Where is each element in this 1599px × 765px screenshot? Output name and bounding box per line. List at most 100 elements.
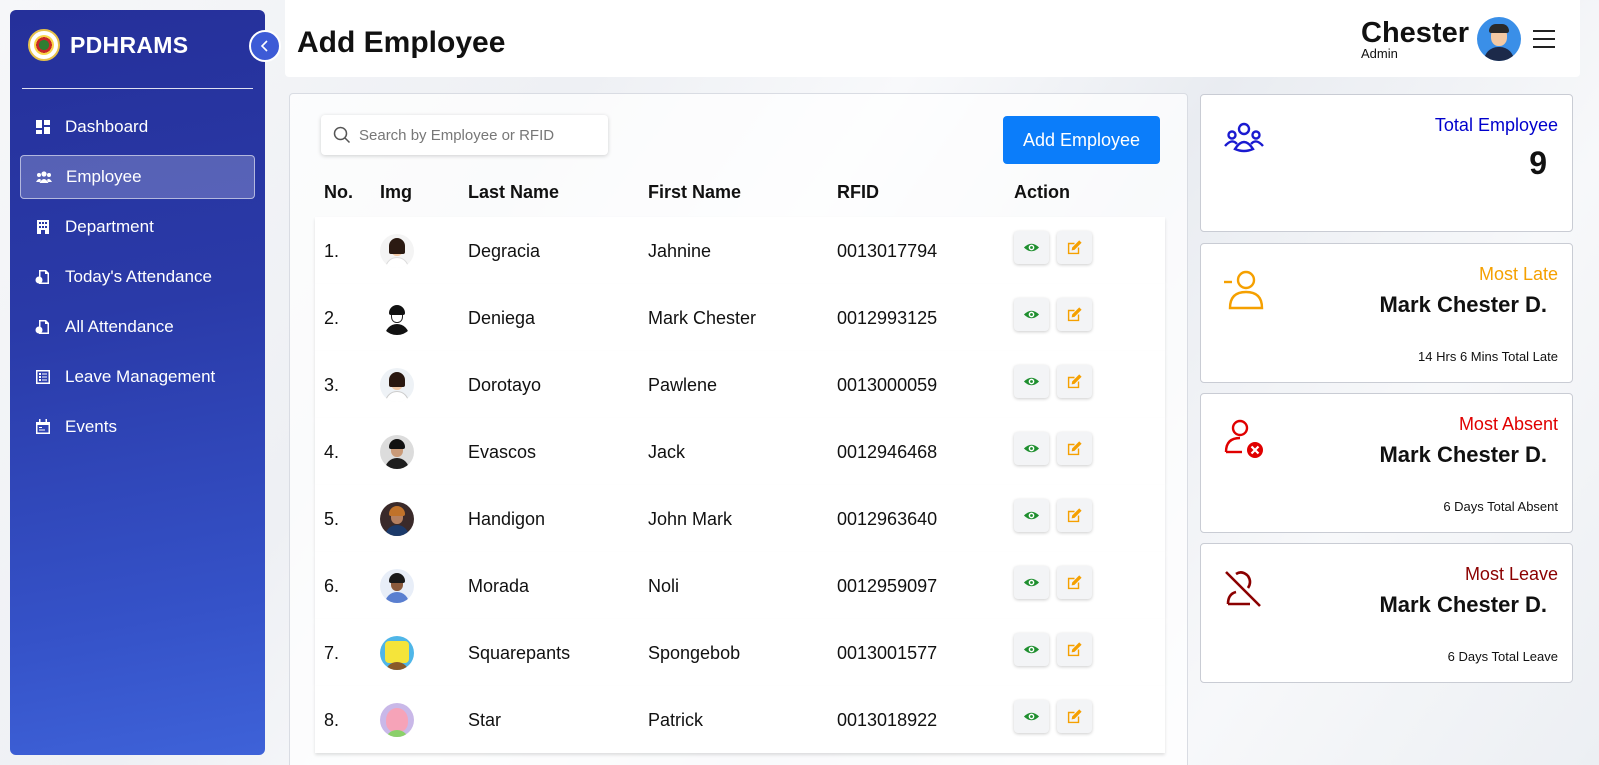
table-body: 1. Degracia Jahnine 0013017794 2. Denieg… <box>315 217 1165 753</box>
first-name: Spongebob <box>648 643 741 663</box>
stat-employee-name: Mark Chester D. <box>1379 292 1547 317</box>
row-number: 8. <box>324 710 340 730</box>
sidebar-item-todays-attendance[interactable]: Today's Attendance <box>20 255 255 299</box>
sidebar: PDHRAMS Dashboard Employee Department To… <box>10 10 281 755</box>
attendance-icon <box>35 319 51 335</box>
user-x-icon <box>1222 418 1266 462</box>
edit-icon <box>1067 508 1082 523</box>
sidebar-item-leave-management[interactable]: Leave Management <box>20 355 255 399</box>
view-button[interactable] <box>1014 365 1049 398</box>
rfid: 0012993125 <box>837 308 938 328</box>
view-button[interactable] <box>1014 432 1049 465</box>
sidebar-item-label: Employee <box>66 167 142 186</box>
user-role: Admin <box>1361 46 1398 61</box>
eye-icon <box>1023 310 1040 319</box>
employee-photo <box>380 301 414 335</box>
view-button[interactable] <box>1014 700 1049 733</box>
edit-icon <box>1067 575 1082 590</box>
collapse-sidebar-button[interactable] <box>249 30 281 62</box>
view-button[interactable] <box>1014 298 1049 331</box>
add-employee-button[interactable]: Add Employee <box>1003 116 1160 164</box>
last-name: Deniega <box>468 308 536 328</box>
rfid: 0012963640 <box>837 509 938 529</box>
search-input[interactable] <box>359 126 599 144</box>
sidebar-item-employee[interactable]: Employee <box>20 155 255 199</box>
building-icon <box>35 219 51 235</box>
last-name: Dorotayo <box>468 375 542 395</box>
edit-button[interactable] <box>1057 700 1092 733</box>
employee-photo <box>380 569 414 603</box>
row-number: 5. <box>324 509 340 529</box>
last-name: Evascos <box>468 442 537 462</box>
sidebar-item-label: Dashboard <box>65 117 149 136</box>
last-name: Squarepants <box>468 643 571 663</box>
edit-button[interactable] <box>1057 633 1092 666</box>
hamburger-menu-icon[interactable] <box>1533 30 1555 48</box>
table-row: 3. Dorotayo Pawlene 0013000059 <box>315 351 1165 418</box>
rfid: 0012959097 <box>837 576 938 596</box>
sidebar-item-all-attendance[interactable]: All Attendance <box>20 305 255 349</box>
page-title: Add Employee <box>297 26 506 59</box>
row-number: 7. <box>324 643 340 663</box>
attendance-icon <box>35 269 51 285</box>
stat-label: Most Absent <box>1458 414 1558 434</box>
first-name: Noli <box>648 576 680 596</box>
rfid: 0013000059 <box>837 375 938 395</box>
first-name: Mark Chester <box>648 308 757 328</box>
rfid: 0013001577 <box>837 643 938 663</box>
sidebar-item-events[interactable]: Events <box>20 405 255 449</box>
column-header: RFID <box>837 182 879 202</box>
view-button[interactable] <box>1014 499 1049 532</box>
row-number: 2. <box>324 308 340 328</box>
edit-button[interactable] <box>1057 298 1092 331</box>
eye-icon <box>1023 243 1040 252</box>
edit-button[interactable] <box>1057 365 1092 398</box>
employee-photo <box>380 636 414 670</box>
column-header: Action <box>1014 182 1070 202</box>
chevron-left-icon <box>260 40 268 52</box>
eye-icon <box>1023 511 1040 520</box>
sidebar-item-dashboard[interactable]: Dashboard <box>20 105 255 149</box>
users-group-icon <box>1222 119 1266 163</box>
rfid: 0013018922 <box>837 710 938 730</box>
stat-detail: 14 Hrs 6 Mins Total Late <box>1418 349 1558 364</box>
column-header: Last Name <box>468 182 560 202</box>
edit-button[interactable] <box>1057 432 1092 465</box>
last-name: Star <box>468 710 502 730</box>
employee-photo <box>380 368 414 402</box>
edit-icon <box>1067 441 1082 456</box>
user-menu[interactable]: Chester Admin <box>1361 17 1555 61</box>
edit-icon <box>1067 374 1082 389</box>
stat-detail: 6 Days Total Leave <box>1447 649 1558 664</box>
brand-logo <box>28 29 60 61</box>
edit-button[interactable] <box>1057 231 1092 264</box>
eye-icon <box>1023 444 1040 453</box>
user-name: Chester <box>1361 17 1469 49</box>
first-name: John Mark <box>648 509 733 529</box>
edit-button[interactable] <box>1057 499 1092 532</box>
table-row: 7. Squarepants Spongebob 0013001577 <box>315 619 1165 686</box>
most-late-card: Most Late Mark Chester D. 14 Hrs 6 Mins … <box>1200 243 1573 383</box>
first-name: Jack <box>648 442 686 462</box>
employee-photo <box>380 234 414 268</box>
user-slash-icon <box>1222 568 1266 612</box>
sidebar-item-label: Department <box>65 217 154 236</box>
edit-button[interactable] <box>1057 566 1092 599</box>
view-button[interactable] <box>1014 566 1049 599</box>
stat-label: Most Late <box>1478 264 1558 284</box>
rfid: 0012946468 <box>837 442 938 462</box>
avatar[interactable] <box>1477 17 1521 61</box>
view-button[interactable] <box>1014 231 1049 264</box>
search-box[interactable] <box>321 115 608 155</box>
sidebar-item-label: All Attendance <box>65 317 174 336</box>
edit-icon <box>1067 709 1082 724</box>
user-minus-icon <box>1222 268 1266 312</box>
sidebar-item-label: Leave Management <box>65 367 216 386</box>
view-button[interactable] <box>1014 633 1049 666</box>
dashboard-icon <box>35 119 51 135</box>
stat-detail: 6 Days Total Absent <box>1443 499 1558 514</box>
table-row: 5. Handigon John Mark 0012963640 <box>315 485 1165 552</box>
employee-table-panel: Add Employee No. Img Last Name First Nam… <box>289 93 1188 765</box>
stat-employee-name: Mark Chester D. <box>1379 442 1547 467</box>
sidebar-item-department[interactable]: Department <box>20 205 255 249</box>
